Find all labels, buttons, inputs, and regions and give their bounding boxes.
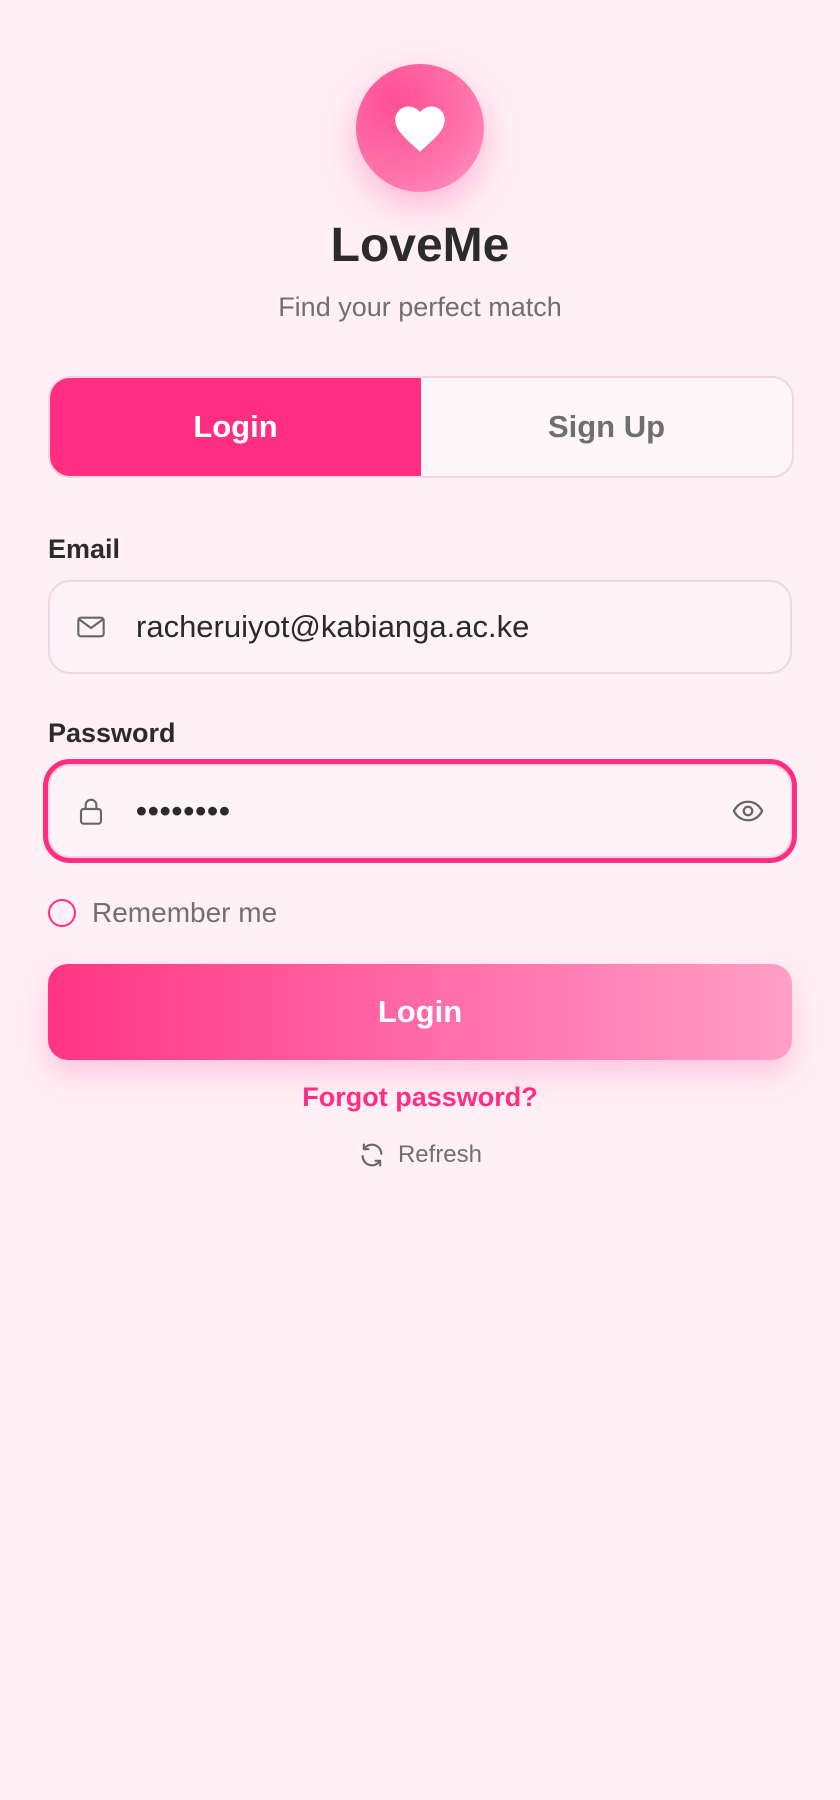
remember-me[interactable]: Remember me	[48, 896, 277, 930]
auth-tabs: Login Sign Up	[48, 376, 794, 478]
refresh-icon	[361, 1143, 383, 1167]
app-logo	[356, 64, 484, 192]
refresh-button[interactable]: Refresh	[48, 1138, 792, 1172]
forgot-password-link[interactable]: Forgot password?	[48, 1080, 792, 1114]
app-subtitle: Find your perfect match	[278, 292, 562, 322]
heart-icon	[395, 106, 445, 152]
login-button[interactable]: Login	[48, 964, 792, 1060]
refresh-label: Refresh	[397, 1141, 483, 1168]
email-field[interactable]: racheruiyot@kabianga.ac.ke	[48, 580, 792, 674]
remember-checkbox[interactable]	[48, 899, 76, 927]
app-title: LoveMe	[330, 219, 510, 272]
eye-icon[interactable]	[730, 793, 766, 829]
password-field[interactable]: ••••••••	[48, 764, 792, 858]
remember-label: Remember me	[92, 897, 278, 928]
mail-icon	[74, 610, 108, 644]
tab-login[interactable]: Login	[50, 378, 421, 476]
email-value[interactable]: racheruiyot@kabianga.ac.ke	[136, 609, 790, 645]
email-label: Email	[48, 534, 121, 564]
lock-icon	[74, 794, 108, 828]
password-value[interactable]: ••••••••	[136, 793, 730, 829]
tab-signup[interactable]: Sign Up	[421, 378, 792, 476]
password-label: Password	[48, 718, 176, 748]
